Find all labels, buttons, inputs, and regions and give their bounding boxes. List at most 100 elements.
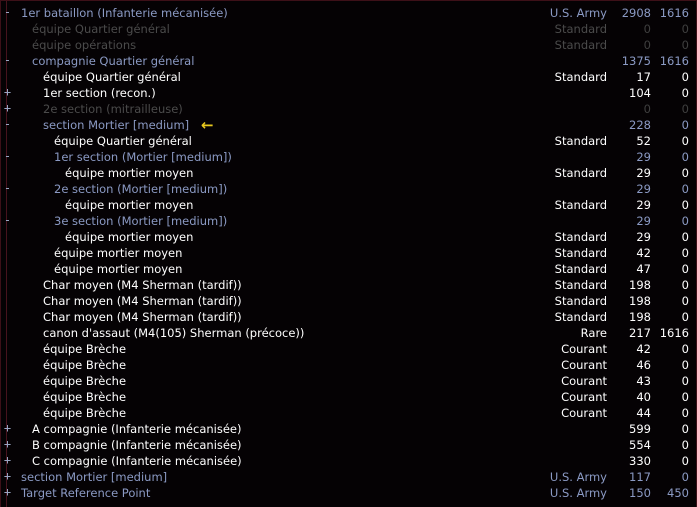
tree-row-label[interactable]: Char moyen (M4 Sherman (tardif)): [43, 277, 242, 293]
tree-row-label[interactable]: Target Reference Point: [21, 485, 150, 501]
tree-row-label[interactable]: compagnie Quartier général: [32, 53, 194, 69]
tree-row-label[interactable]: équipe opérations: [32, 37, 136, 53]
expand-icon[interactable]: +: [3, 485, 12, 501]
tree-row[interactable]: équipe Brèche Courant 46 0: [1, 357, 696, 373]
expand-icon[interactable]: +: [3, 101, 12, 117]
points-cell: 29: [636, 166, 651, 180]
tree-row[interactable]: + C compagnie (Infanterie mécanisée) 330 0: [1, 453, 696, 469]
availability-cell: Standard: [554, 246, 607, 260]
secondary-points-cell: 0: [681, 22, 689, 36]
points-cell: 29: [636, 182, 651, 196]
secondary-points-cell: 0: [681, 38, 689, 52]
collapse-icon[interactable]: -: [3, 149, 12, 165]
tree-row[interactable]: +1er section (recon.) 104 0: [1, 85, 696, 101]
tree-row[interactable]: - compagnie Quartier général 1375 1616: [1, 53, 696, 69]
availability-cell: Courant: [561, 358, 607, 372]
secondary-points-cell: 0: [681, 86, 689, 100]
expand-icon[interactable]: +: [3, 421, 12, 437]
collapse-icon[interactable]: -: [3, 117, 12, 133]
availability-cell: Standard: [554, 198, 607, 212]
tree-row-label[interactable]: équipe Brèche: [43, 357, 126, 373]
tree-row-label[interactable]: équipe Quartier général: [32, 21, 170, 37]
availability-cell: Courant: [561, 406, 607, 420]
tree-row-label[interactable]: Char moyen (M4 Sherman (tardif)): [43, 293, 242, 309]
tree-row[interactable]: + Target Reference Point U.S. Army 150 450: [1, 485, 696, 501]
tree-row-label[interactable]: équipe Brèche: [43, 389, 126, 405]
tree-row[interactable]: équipe mortier moyen Standard 29 0: [1, 229, 696, 245]
secondary-points-cell: 0: [681, 310, 689, 324]
tree-row[interactable]: équipe Quartier général Standard 0 0: [1, 21, 696, 37]
tree-row-label[interactable]: 1er bataillon (Infanterie mécanisée): [21, 5, 228, 21]
tree-row[interactable]: équipe Quartier général Standard 52 0: [1, 133, 696, 149]
secondary-points-cell: 0: [681, 150, 689, 164]
tree-row[interactable]: équipe opérations Standard 0 0: [1, 37, 696, 53]
points-cell: 228: [629, 118, 651, 132]
tree-row[interactable]: équipe Quartier général Standard 17 0: [1, 69, 696, 85]
tree-row-label[interactable]: section Mortier [medium]: [43, 117, 189, 133]
tree-row-label[interactable]: équipe Brèche: [43, 341, 126, 357]
collapse-icon[interactable]: -: [3, 181, 12, 197]
tree-row[interactable]: équipe mortier moyen Standard 47 0: [1, 261, 696, 277]
expand-icon[interactable]: +: [3, 453, 12, 469]
tree-row[interactable]: - 2e section (Mortier [medium]) 29 0: [1, 181, 696, 197]
tree-row[interactable]: équipe Brèche Courant 42 0: [1, 341, 696, 357]
unit-tree: -1er bataillon (Infanterie mécanisée) U.S…: [1, 1, 696, 501]
availability-cell: Standard: [554, 22, 607, 36]
points-cell: 1375: [621, 54, 651, 68]
tree-row-label[interactable]: équipe mortier moyen: [65, 165, 193, 181]
tree-row-label[interactable]: 1er section (recon.): [43, 85, 156, 101]
availability-cell: U.S. Army: [549, 6, 607, 20]
tree-row-label[interactable]: équipe mortier moyen: [65, 229, 193, 245]
tree-row[interactable]: canon d'assaut (M4(105) Sherman (précoce…: [1, 325, 696, 341]
tree-row[interactable]: + A compagnie (Infanterie mécanisée) 599 0: [1, 421, 696, 437]
tree-row[interactable]: Char moyen (M4 Sherman (tardif)) Standard…: [1, 293, 696, 309]
tree-row[interactable]: équipe Brèche Courant 43 0: [1, 373, 696, 389]
collapse-icon[interactable]: -: [3, 213, 12, 229]
tree-row-label[interactable]: C compagnie (Infanterie mécanisée): [32, 453, 242, 469]
tree-row[interactable]: - section Mortier [medium] ← 228 0: [1, 117, 696, 133]
availability-cell: Courant: [561, 342, 607, 356]
tree-row[interactable]: + B compagnie (Infanterie mécanisée) 554 0: [1, 437, 696, 453]
collapse-icon[interactable]: -: [3, 53, 12, 69]
secondary-points-cell: 0: [681, 118, 689, 132]
tree-row-label[interactable]: A compagnie (Infanterie mécanisée): [32, 421, 242, 437]
tree-row-label[interactable]: B compagnie (Infanterie mécanisée): [32, 437, 242, 453]
tree-row-label[interactable]: équipe Quartier général: [43, 69, 181, 85]
tree-row-label[interactable]: canon d'assaut (M4(105) Sherman (précoce…: [43, 325, 304, 341]
secondary-points-cell: 0: [681, 454, 689, 468]
tree-row-label[interactable]: section Mortier [medium]: [21, 469, 167, 485]
points-cell: 104: [629, 86, 651, 100]
tree-row[interactable]: équipe mortier moyen Standard 29 0: [1, 197, 696, 213]
tree-row[interactable]: équipe mortier moyen Standard 29 0: [1, 165, 696, 181]
points-cell: 330: [629, 454, 651, 468]
tree-row[interactable]: - 3e section (Mortier [medium]) 29 0: [1, 213, 696, 229]
tree-row[interactable]: + section Mortier [medium] U.S. Army 117 0: [1, 469, 696, 485]
tree-row-label[interactable]: équipe mortier moyen: [54, 261, 182, 277]
tree-row-label[interactable]: 2e section (Mortier [medium]): [54, 181, 227, 197]
tree-row[interactable]: Char moyen (M4 Sherman (tardif)) Standard…: [1, 309, 696, 325]
tree-row[interactable]: - 1er section (Mortier [medium]) 29 0: [1, 149, 696, 165]
points-cell: 117: [629, 470, 651, 484]
tree-row[interactable]: équipe mortier moyen Standard 42 0: [1, 245, 696, 261]
collapse-icon[interactable]: -: [3, 5, 12, 21]
tree-row-label[interactable]: équipe Brèche: [43, 373, 126, 389]
tree-row[interactable]: -1er bataillon (Infanterie mécanisée) U.S…: [1, 5, 696, 21]
expand-icon[interactable]: +: [3, 85, 12, 101]
tree-row-label[interactable]: équipe mortier moyen: [54, 245, 182, 261]
expand-icon[interactable]: +: [3, 437, 12, 453]
tree-row[interactable]: +2e section (mitrailleuse) 0 0: [1, 101, 696, 117]
tree-row-label[interactable]: équipe Brèche: [43, 405, 126, 421]
tree-row[interactable]: équipe Brèche Courant 40 0: [1, 389, 696, 405]
tree-row[interactable]: Char moyen (M4 Sherman (tardif)) Standard…: [1, 277, 696, 293]
expand-icon[interactable]: +: [3, 469, 12, 485]
points-cell: 198: [629, 294, 651, 308]
secondary-points-cell: 1616: [659, 326, 689, 340]
tree-row[interactable]: équipe Brèche Courant 44 0: [1, 405, 696, 421]
tree-row-label[interactable]: 1er section (Mortier [medium]): [54, 149, 232, 165]
points-cell: 29: [636, 198, 651, 212]
tree-row-label[interactable]: Char moyen (M4 Sherman (tardif)): [43, 309, 242, 325]
tree-row-label[interactable]: 2e section (mitrailleuse): [43, 101, 183, 117]
tree-row-label[interactable]: équipe mortier moyen: [65, 197, 193, 213]
tree-row-label[interactable]: 3e section (Mortier [medium]): [54, 213, 227, 229]
tree-row-label[interactable]: équipe Quartier général: [54, 133, 192, 149]
